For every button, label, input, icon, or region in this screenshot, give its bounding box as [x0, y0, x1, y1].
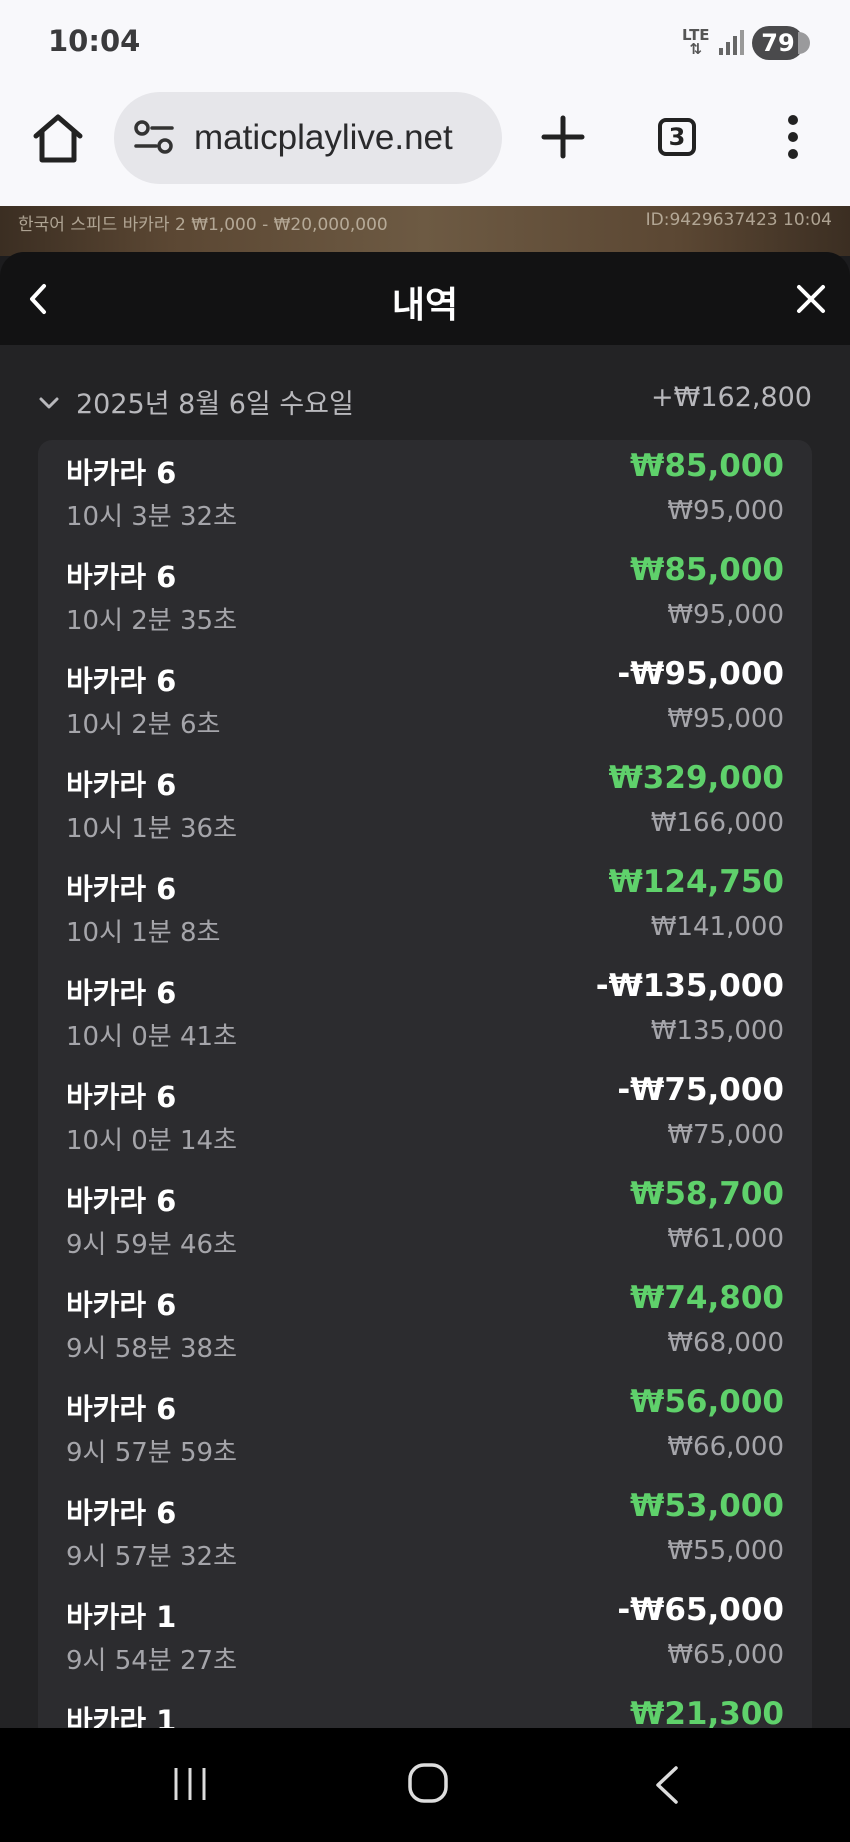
bet-amount: ₩166,000 [650, 808, 784, 838]
bet-amount: ₩55,000 [667, 1536, 784, 1566]
payout-amount: ₩58,700 [630, 1176, 784, 1212]
game-name: 바카라 1 [66, 1600, 177, 1634]
history-item[interactable]: 바카라 6 10시 0분 14초 -₩75,000 ₩75,000 [38, 1064, 812, 1168]
game-name: 바카라 1 [66, 1704, 177, 1728]
game-name: 바카라 6 [66, 560, 177, 594]
battery-icon: 79 [752, 26, 810, 60]
system-nav-bar [0, 1728, 850, 1842]
panel-header: 내역 [0, 252, 850, 345]
round-time: 9시 59분 46초 [66, 1230, 237, 1260]
payout-amount: ₩53,000 [630, 1488, 784, 1524]
game-name: 바카라 6 [66, 1080, 177, 1114]
history-item[interactable]: 바카라 6 9시 57분 59초 ₩56,000 ₩66,000 [38, 1376, 812, 1480]
history-item[interactable]: 바카라 6 9시 58분 38초 ₩74,800 ₩68,000 [38, 1272, 812, 1376]
payout-amount: -₩75,000 [617, 1072, 784, 1108]
history-item[interactable]: 바카라 6 10시 3분 32초 ₩85,000 ₩95,000 [38, 440, 812, 544]
home-icon[interactable] [30, 110, 86, 166]
group-date: 2025년 8월 6일 수요일 [76, 389, 354, 420]
payout-amount: ₩21,300 [630, 1696, 784, 1728]
game-backdrop: 한국어 스피드 바카라 2 ₩1,000 - ₩20,000,000 ID:94… [0, 206, 850, 256]
bet-amount: ₩95,000 [667, 496, 784, 526]
round-time: 9시 57분 59초 [66, 1438, 237, 1468]
system-back-icon[interactable] [652, 1764, 682, 1806]
url-text: maticplaylive.net [194, 118, 453, 157]
round-time: 9시 57분 32초 [66, 1542, 237, 1572]
bet-amount: ₩61,000 [667, 1224, 784, 1254]
payout-amount: -₩95,000 [617, 656, 784, 692]
signal-icon [719, 30, 744, 55]
history-item[interactable]: 바카라 6 10시 2분 35초 ₩85,000 ₩95,000 [38, 544, 812, 648]
round-time: 10시 0분 14초 [66, 1126, 237, 1156]
payout-amount: ₩124,750 [608, 864, 784, 900]
history-item[interactable]: 바카라 1 ₩21,300 [38, 1688, 812, 1728]
round-time: 10시 1분 36초 [66, 814, 237, 844]
history-item[interactable]: 바카라 6 10시 2분 6초 -₩95,000 ₩95,000 [38, 648, 812, 752]
history-item[interactable]: 바카라 6 9시 57분 32초 ₩53,000 ₩55,000 [38, 1480, 812, 1584]
browser-toolbar: maticplaylive.net 3 [0, 88, 850, 206]
game-name: 바카라 6 [66, 1496, 177, 1530]
more-options-icon[interactable] [778, 112, 808, 162]
payout-amount: ₩329,000 [608, 760, 784, 796]
bet-amount: ₩95,000 [667, 600, 784, 630]
bet-amount: ₩141,000 [650, 912, 784, 942]
round-time: 10시 2분 35초 [66, 606, 237, 636]
close-icon[interactable] [794, 282, 828, 316]
session-info: ID:9429637423 10:04 [645, 210, 832, 230]
round-time: 9시 54분 27초 [66, 1646, 237, 1676]
status-bar: 10:04 LTE ⇅ 79 [0, 0, 850, 88]
history-item[interactable]: 바카라 6 9시 59분 46초 ₩58,700 ₩61,000 [38, 1168, 812, 1272]
network-label: LTE [682, 26, 710, 44]
history-item[interactable]: 바카라 6 10시 0분 41초 -₩135,000 ₩135,000 [38, 960, 812, 1064]
tab-switcher-button[interactable]: 3 [658, 118, 696, 156]
game-name: 바카라 6 [66, 1288, 177, 1322]
history-item[interactable]: 바카라 6 10시 1분 36초 ₩329,000 ₩166,000 [38, 752, 812, 856]
address-bar[interactable]: maticplaylive.net [114, 92, 502, 184]
new-tab-icon[interactable] [538, 112, 588, 162]
payout-amount: -₩135,000 [595, 968, 784, 1004]
bet-amount: ₩75,000 [667, 1120, 784, 1150]
bet-amount: ₩95,000 [667, 704, 784, 734]
history-panel: 내역 2025년 8월 6일 수요일 +₩162,800 바카라 6 10시 3분… [0, 252, 850, 1728]
history-item[interactable]: 바카라 1 9시 54분 27초 -₩65,000 ₩65,000 [38, 1584, 812, 1688]
game-name: 바카라 6 [66, 456, 177, 490]
round-time: 10시 1분 8초 [66, 918, 221, 948]
payout-amount: -₩65,000 [617, 1592, 784, 1628]
recent-apps-icon[interactable] [170, 1764, 210, 1804]
bet-amount: ₩135,000 [650, 1016, 784, 1046]
history-item[interactable]: 바카라 6 10시 1분 8초 ₩124,750 ₩141,000 [38, 856, 812, 960]
lte-icon: LTE ⇅ [682, 26, 710, 58]
game-name: 바카라 6 [66, 1392, 177, 1426]
group-total: +₩162,800 [651, 382, 812, 413]
round-time: 10시 0분 41초 [66, 1022, 237, 1052]
table-info: 한국어 스피드 바카라 2 ₩1,000 - ₩20,000,000 [18, 215, 388, 235]
game-name: 바카라 6 [66, 664, 177, 698]
tab-count: 3 [668, 123, 686, 151]
game-name: 바카라 6 [66, 976, 177, 1010]
bet-amount: ₩66,000 [667, 1432, 784, 1462]
date-group-header[interactable]: 2025년 8월 6일 수요일 +₩162,800 [38, 382, 812, 422]
round-time: 10시 3분 32초 [66, 502, 237, 532]
game-name: 바카라 6 [66, 1184, 177, 1218]
round-time: 10시 2분 6초 [66, 710, 221, 740]
payout-amount: ₩85,000 [630, 552, 784, 588]
game-name: 바카라 6 [66, 872, 177, 906]
payout-amount: ₩74,800 [630, 1280, 784, 1316]
payout-amount: ₩56,000 [630, 1384, 784, 1420]
round-time: 9시 58분 38초 [66, 1334, 237, 1364]
bet-amount: ₩65,000 [667, 1640, 784, 1670]
status-time: 10:04 [48, 24, 141, 58]
bet-amount: ₩68,000 [667, 1328, 784, 1358]
site-info-icon[interactable] [132, 118, 176, 158]
history-list: 바카라 6 10시 3분 32초 ₩85,000 ₩95,000 바카라 6 10시 2분… [38, 440, 812, 1728]
game-name: 바카라 6 [66, 768, 177, 802]
chevron-down-icon [39, 397, 59, 409]
system-home-icon[interactable] [407, 1762, 449, 1804]
panel-title: 내역 [391, 285, 459, 326]
payout-amount: ₩85,000 [630, 448, 784, 484]
